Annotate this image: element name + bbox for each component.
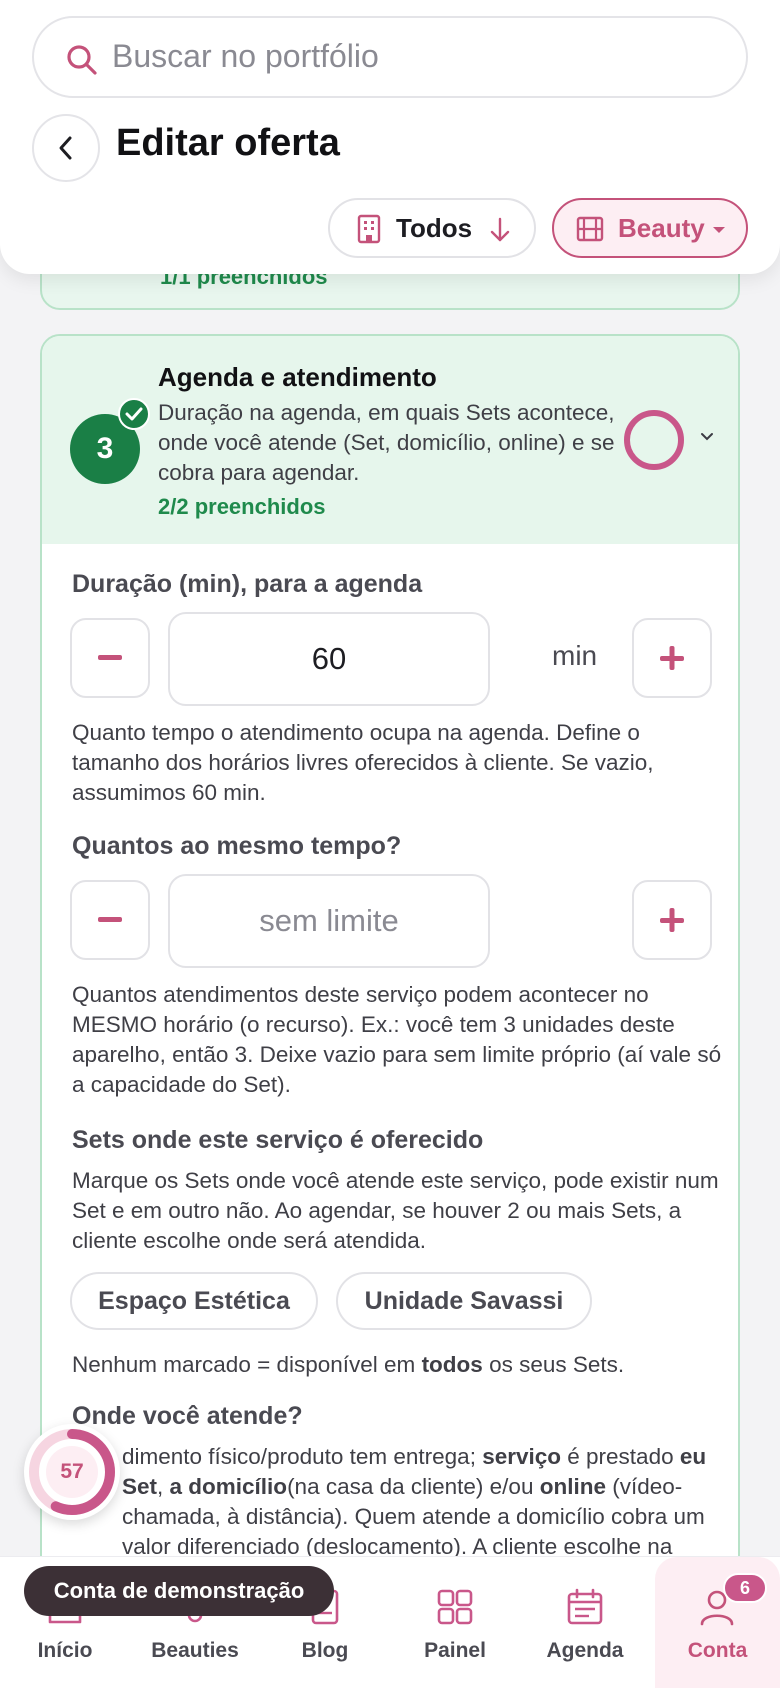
concurrency-input[interactable]: sem limite [168,874,490,968]
nav-label-inicio: Início [37,1639,93,1662]
film-icon [576,216,604,242]
calendar-icon [567,1588,603,1625]
nav-label-agenda: Agenda [546,1639,624,1662]
location-help-part: (na casa da cliente) e/ou [287,1474,540,1499]
sets-label: Sets onde este serviço é oferecido [72,1126,484,1154]
minus-icon [98,655,122,660]
location-help-part: , [157,1474,170,1499]
building-icon [357,214,381,244]
location-help-bold: a domicílio [169,1474,288,1499]
set-chip-espaco-estetica[interactable]: Espaço Estética [70,1272,318,1330]
nav-label-conta: Conta [687,1639,748,1662]
progress-value: 57 [60,1460,84,1483]
section-description: Duração na agenda, em quais Sets acontec… [158,400,615,485]
back-button[interactable] [32,114,100,182]
chevron-down-icon[interactable] [700,432,714,442]
check-icon [118,398,150,430]
sets-help: Marque os Sets onde você atende este ser… [72,1168,719,1253]
scope-filter-label: Todos [396,213,473,243]
notification-badge: 6 [723,1573,767,1603]
location-help: dimento físico/produto tem entrega; serv… [72,1442,722,1562]
search-bar[interactable]: Buscar no portfólio [32,16,748,98]
duration-input[interactable]: 60 [168,612,490,706]
section-header[interactable]: 3 Agenda e atendimento Duração na agenda… [42,336,738,544]
concurrency-help: Quantos atendimentos deste serviço podem… [72,982,722,1097]
concurrency-label: Quantos ao mesmo tempo? [72,832,402,860]
demo-account-toast: Conta de demonstração [24,1566,334,1616]
app-header: Buscar no portfólio Editar oferta Todos … [0,0,780,274]
duration-label: Duração (min), para a agenda [72,570,423,598]
concurrency-decrement-button[interactable] [70,880,150,960]
location-help-bold: serviço [482,1444,562,1469]
category-filter-button[interactable]: Beauty [552,198,748,258]
caret-down-icon [713,227,725,233]
search-input[interactable]: Buscar no portfólio [112,38,379,75]
sets-note: Nenhum marcado = disponível em todos os … [72,1350,722,1380]
duration-unit: min [552,640,598,671]
nav-item-painel[interactable]: Painel [390,1557,520,1688]
section-agenda-card: 3 Agenda e atendimento Duração na agenda… [40,334,740,1688]
section-title: Agenda e atendimento [158,362,437,392]
chevron-left-icon [59,136,72,160]
nav-label-beauties: Beauties [151,1639,239,1662]
section-filled-status: 2/2 preenchidos [158,494,326,519]
location-help-part: é prestado [561,1444,680,1469]
arrow-down-icon [490,217,510,242]
sets-note-bold: todos [421,1352,483,1377]
nav-label-painel: Painel [424,1639,486,1662]
duration-help: Quanto tempo o atendimento ocupa na agen… [72,720,654,805]
sets-note-after: os seus Sets. [482,1352,625,1377]
duration-decrement-button[interactable] [70,618,150,698]
plus-icon [660,908,684,932]
scope-filter-button[interactable]: Todos [328,198,536,258]
location-help-part: dimento físico/produto tem entrega; [122,1444,483,1469]
category-filter-label: Beauty [618,213,705,243]
profile-progress-badge[interactable]: 57 [24,1424,120,1520]
nav-item-conta[interactable]: 6 Conta [655,1557,780,1688]
page-title: Editar oferta [116,122,340,164]
nav-label-blog: Blog [301,1639,349,1662]
minus-icon [98,917,122,922]
nav-item-agenda[interactable]: Agenda [520,1557,650,1688]
concurrency-increment-button[interactable] [632,880,712,960]
search-icon [67,45,97,75]
sets-note-before: Nenhum marcado = disponível em [72,1352,422,1377]
plus-icon [660,646,684,670]
location-help-bold: online [539,1474,606,1499]
duration-increment-button[interactable] [632,618,712,698]
ring-icon [624,410,684,470]
set-chip-unidade-savassi[interactable]: Unidade Savassi [336,1272,592,1330]
dashboard-icon [437,1589,473,1625]
